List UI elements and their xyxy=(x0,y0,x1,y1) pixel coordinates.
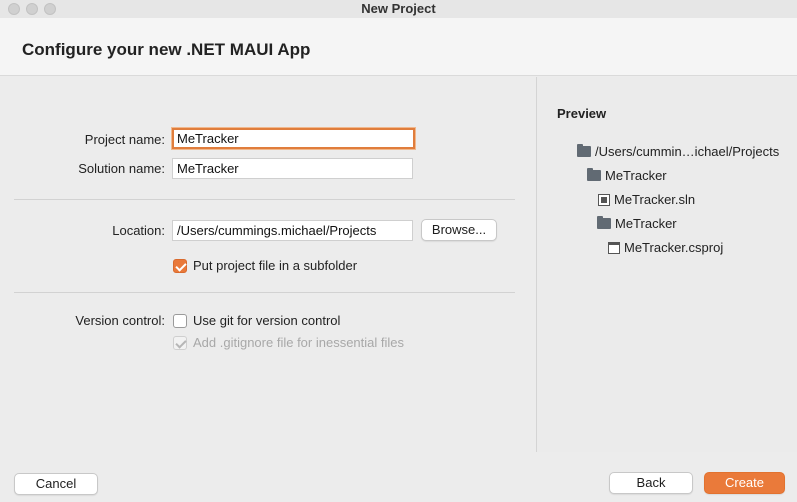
subfolder-checkbox[interactable] xyxy=(173,259,187,273)
tree-item-label: /Users/cummin…ichael/Projects xyxy=(595,144,780,159)
solution-file-icon xyxy=(598,193,610,206)
gitignore-checkbox xyxy=(173,336,187,350)
tree-item: /Users/cummin…ichael/Projects xyxy=(577,144,779,159)
folder-icon xyxy=(577,144,591,158)
preview-panel xyxy=(536,77,797,452)
solution-name-input[interactable]: MeTracker xyxy=(172,158,413,179)
divider xyxy=(14,292,515,293)
window-titlebar: New Project xyxy=(0,0,797,18)
tree-item: MeTracker.csproj xyxy=(608,240,723,255)
subfolder-label[interactable]: Put project file in a subfolder xyxy=(193,258,357,273)
window-title: New Project xyxy=(361,1,436,16)
project-name-input[interactable]: MeTracker xyxy=(172,128,415,149)
divider xyxy=(14,199,515,200)
tree-item-label: MeTracker.sln xyxy=(614,192,696,207)
back-button[interactable]: Back xyxy=(609,472,693,494)
tree-item-label: MeTracker xyxy=(615,216,677,231)
use-git-label[interactable]: Use git for version control xyxy=(193,313,340,328)
tree-item: MeTracker xyxy=(597,216,677,231)
folder-icon xyxy=(587,168,601,182)
gitignore-label: Add .gitignore file for inessential file… xyxy=(193,335,405,350)
location-label: Location: xyxy=(112,223,165,238)
project-file-icon xyxy=(608,241,620,254)
preview-title: Preview xyxy=(557,106,607,121)
tree-item: MeTracker xyxy=(587,168,667,183)
version-control-label: Version control: xyxy=(75,313,165,328)
browse-button[interactable]: Browse... xyxy=(421,219,497,241)
solution-name-label: Solution name: xyxy=(78,161,165,176)
use-git-checkbox[interactable] xyxy=(173,314,187,328)
project-name-label: Project name: xyxy=(84,132,165,147)
location-input[interactable]: /Users/cummings.michael/Projects xyxy=(172,220,413,241)
tree-item: MeTracker.sln xyxy=(598,192,695,207)
folder-icon xyxy=(597,216,611,230)
page-title: Configure your new .NET MAUI App xyxy=(22,40,311,59)
tree-item-label: MeTracker.csproj xyxy=(624,240,724,255)
tree-item-label: MeTracker xyxy=(605,168,667,183)
create-button[interactable]: Create xyxy=(704,472,785,494)
page-header: Configure your new .NET MAUI App xyxy=(0,18,797,76)
cancel-button[interactable]: Cancel xyxy=(14,473,98,495)
